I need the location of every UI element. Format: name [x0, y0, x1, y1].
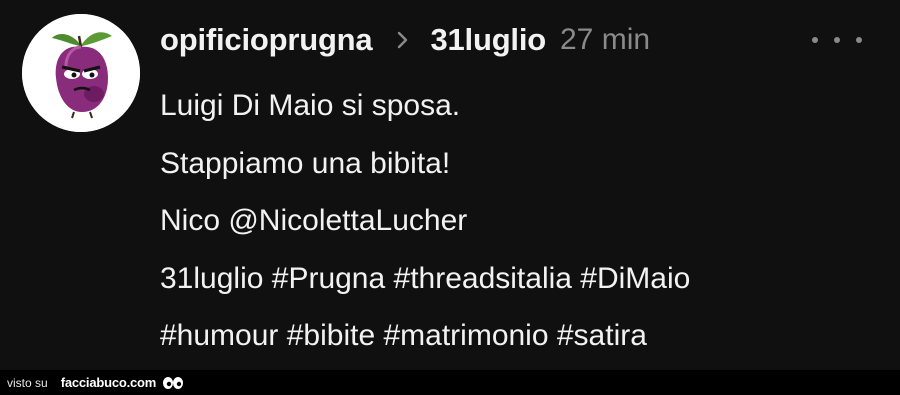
post-body: Luigi Di Maio si sposa. Stappiamo una bi… [160, 77, 880, 365]
avatar[interactable] [22, 14, 140, 132]
post-line: Luigi Di Maio si sposa. [160, 89, 461, 122]
more-options-icon[interactable] [812, 20, 862, 60]
post-header: opificioprugna 31luglio 27 min [160, 16, 650, 64]
thread-post: opificioprugna 31luglio 27 min Luigi Di … [0, 0, 900, 370]
post-line: Nico @NicolettaLucher [160, 204, 468, 237]
watermark-visto: visto su [7, 375, 48, 390]
post-line: Stappiamo una bibita! [160, 146, 451, 180]
watermark-site: facciabuco.com [60, 375, 157, 390]
more-dot [812, 37, 818, 43]
plum-avatar-icon [22, 14, 140, 132]
watermark-bar: visto su facciabuco.com [0, 370, 900, 395]
post-line-hashtags: 31luglio #Prugna #threadsitalia #DiMaio [160, 261, 691, 295]
eyes-icon [162, 376, 184, 390]
post-time: 27 min [560, 23, 651, 56]
more-dot [856, 37, 862, 43]
more-dot [834, 37, 840, 43]
chevron-right-icon [388, 25, 418, 55]
post-line-hashtags: #humour #bibite #matrimonio #satira [160, 319, 647, 352]
topic-link[interactable]: 31luglio [430, 22, 546, 58]
username-link[interactable]: opificioprugna [160, 22, 373, 58]
